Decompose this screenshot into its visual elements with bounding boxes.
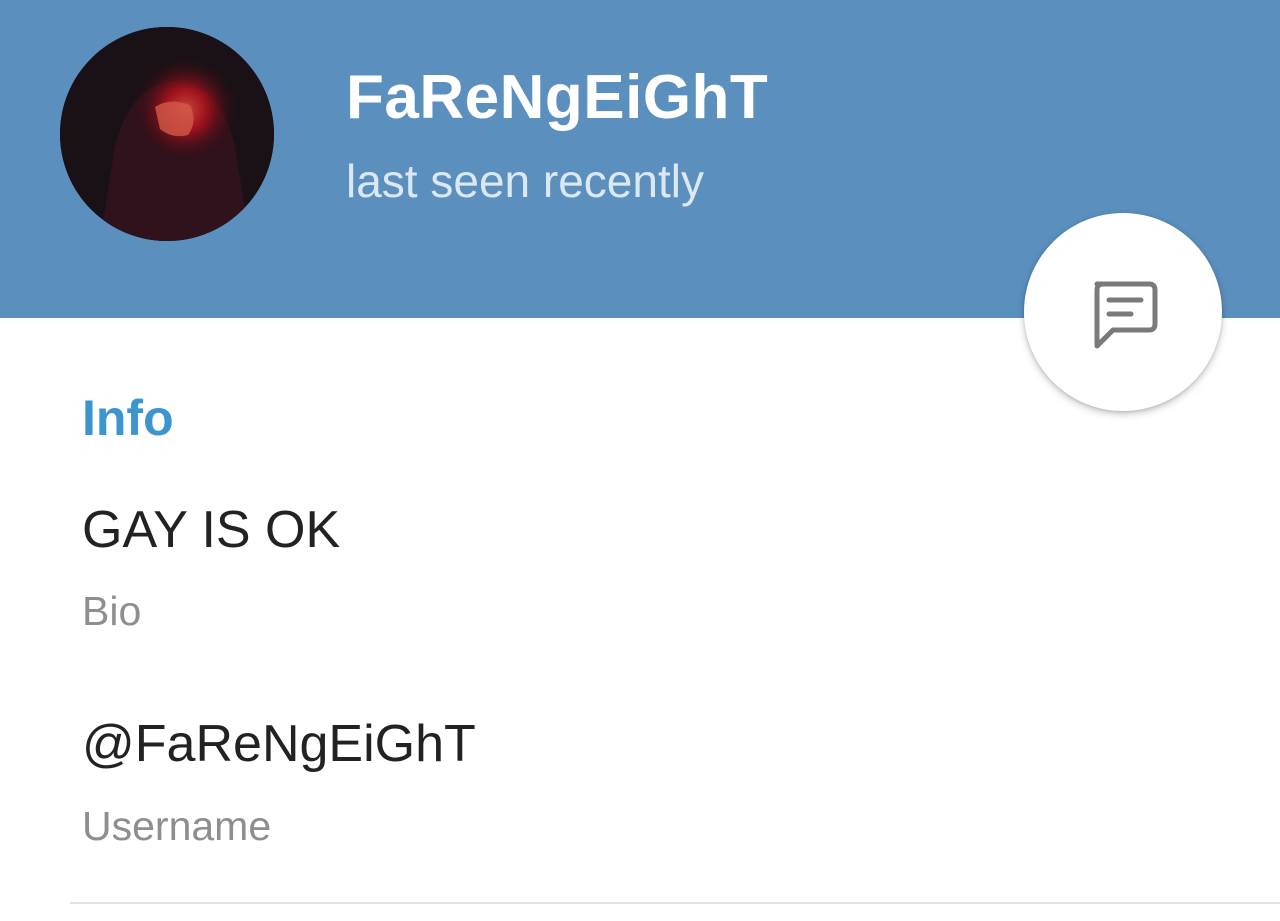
username-label: Username <box>82 803 272 849</box>
message-icon <box>1094 281 1158 349</box>
profile-name: FaReNgEiGhT <box>346 63 769 132</box>
bio-value: GAY IS OK <box>82 501 341 559</box>
avatar-image <box>60 27 274 241</box>
info-section-title: Info <box>82 390 174 446</box>
bio-label: Bio <box>82 588 142 634</box>
profile-screen: FaReNgEiGhT last seen recently Info GAY … <box>0 0 1280 921</box>
last-seen-status: last seen recently <box>346 155 704 207</box>
username-value: @FaReNgEiGhT <box>82 715 476 773</box>
avatar[interactable] <box>60 27 274 241</box>
send-message-button[interactable] <box>1024 213 1222 411</box>
divider <box>70 902 1280 904</box>
